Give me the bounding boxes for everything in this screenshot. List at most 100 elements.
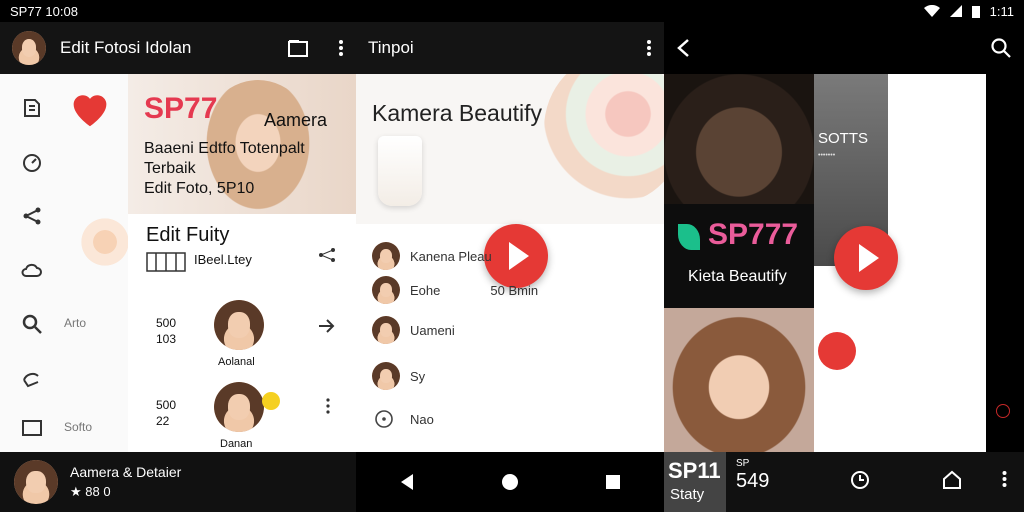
hero-line-3: Edit Foto, 5P10 <box>144 180 255 197</box>
row-1-value-b: 103 <box>156 332 177 346</box>
search-icon[interactable] <box>20 312 44 336</box>
window-icon[interactable] <box>288 39 308 57</box>
edit-title: Edit Fuity <box>146 224 230 246</box>
timer-icon[interactable] <box>20 150 44 174</box>
frame-icon[interactable] <box>20 416 44 440</box>
item-avatar <box>372 276 400 304</box>
hero-line-2: Terbaik <box>144 160 196 177</box>
row-1-avatar <box>214 300 264 350</box>
item-label: Kanena Pleau <box>410 248 492 264</box>
hero-brand: SP77 <box>144 92 218 125</box>
search-icon-3[interactable] <box>990 37 1012 59</box>
row-2-name: Danan <box>220 438 253 450</box>
beautify-panel: Tinpoi Kamera Beautify Kanena Pleau Eohe… <box>356 0 664 512</box>
hero-line-1: Baaeni Edtfo Totenpalt <box>144 140 305 157</box>
more-vert-icon[interactable] <box>338 39 344 57</box>
bottom-number: 549 <box>736 470 770 492</box>
bottom-brand: SP11 <box>668 458 721 483</box>
navigation-bar <box>356 452 664 512</box>
bottom-title: Aamera & Detaier <box>70 464 182 480</box>
back-nav-icon[interactable] <box>399 473 415 491</box>
row-2-value-a: 500 <box>156 398 177 412</box>
profile-row-2[interactable]: 500 22 Danan <box>128 380 356 450</box>
brand-caption: Kieta Beautify <box>688 268 787 285</box>
home-nav-icon[interactable] <box>501 473 519 491</box>
wifi-icon <box>923 5 940 17</box>
item-avatar <box>372 242 400 270</box>
item-label: Eohe <box>410 282 441 298</box>
edit-panel: SP77 10:08 Edit Fotosi Idolan Arto Softo… <box>0 0 356 512</box>
hero-banner[interactable]: SP77 Aamera Baaeni Edtfo Totenpalt Terba… <box>128 74 356 214</box>
list-item[interactable]: Uameni <box>372 316 455 344</box>
item-label: Sy <box>410 368 426 384</box>
list-item[interactable]: Eohe 50 Bmin <box>372 276 538 304</box>
flower-decoration <box>80 212 130 272</box>
list-item[interactable]: Nao <box>372 408 434 430</box>
scroll-indicator[interactable] <box>996 404 1010 418</box>
bottom-profile-bar[interactable]: Aamera & Detaier ★ 88 0 <box>0 452 356 512</box>
leaf-logo <box>678 224 700 250</box>
side-rail: Arto Softo <box>0 74 130 452</box>
tile-sublabel: ••••••• <box>818 152 836 159</box>
play-button-3[interactable] <box>834 226 898 290</box>
more-vert-icon-3[interactable] <box>1002 470 1007 488</box>
gallery-panel: 1:11 SOTTS ••••••• SP777 Kieta Beautify … <box>664 0 1024 512</box>
history-icon[interactable] <box>850 470 870 490</box>
brand-logo-text: SP777 <box>708 218 799 251</box>
hero-word: Aamera <box>264 110 328 130</box>
top-app-bar: Edit Fotosi Idolan <box>0 22 356 74</box>
heart-play-badge[interactable] <box>818 332 856 370</box>
battery-icon <box>971 5 980 18</box>
list-item[interactable]: Kanena Pleau <box>372 242 492 270</box>
recents-nav-icon[interactable] <box>605 474 621 490</box>
back-arrow-icon[interactable] <box>676 38 690 58</box>
clock-icon <box>375 410 393 428</box>
bottom-bar-3: SP11 Staty SP 549 <box>664 452 1024 512</box>
item-label: Nao <box>410 411 434 427</box>
film-icon <box>146 252 186 272</box>
gallery-sheet: SOTTS ••••••• SP777 Kieta Beautify <box>664 74 986 452</box>
bottom-small-label: SP <box>736 458 750 469</box>
edit-card: Edit Fuity IBeel.Ltey 500 103 Aolanal 50… <box>128 214 356 452</box>
row-2-value-b: 22 <box>156 414 170 428</box>
profile-row-1[interactable]: 500 103 Aolanal <box>128 298 356 368</box>
tile-label: SOTTS <box>818 130 869 147</box>
app-title-2: Tinpoi <box>368 38 414 57</box>
portrait-photo[interactable] <box>664 308 814 452</box>
status-time: SP77 10:08 <box>10 3 78 19</box>
share-icon[interactable] <box>20 204 44 228</box>
more-vert-icon-2[interactable] <box>646 39 652 57</box>
top-app-bar-3 <box>664 22 1024 74</box>
item-label: Uameni <box>410 322 455 338</box>
heart-icon[interactable] <box>68 88 112 128</box>
row-1-value-a: 500 <box>156 316 177 330</box>
status-bar: SP77 10:08 <box>0 0 356 22</box>
app-title: Edit Fotosi Idolan <box>60 38 192 57</box>
side-label-search: Arto <box>64 316 87 330</box>
item-extra: 50 Bmin <box>490 282 539 298</box>
document-icon[interactable] <box>20 96 44 120</box>
item-avatar <box>372 316 400 344</box>
cloud-icon[interactable] <box>20 258 44 282</box>
brand-tile[interactable]: SP777 Kieta Beautify <box>664 204 814 308</box>
status-time-right: 1:11 <box>989 3 1014 19</box>
photo-tile-dark[interactable] <box>664 74 814 204</box>
status-bar-3: 1:11 <box>664 0 1024 22</box>
bottom-subtitle: ★ 88 0 <box>70 484 111 499</box>
bottom-brand-sub: Staty <box>670 486 705 503</box>
row-2-avatar <box>214 382 264 432</box>
more-vert-small-icon[interactable] <box>326 398 330 414</box>
item-avatar <box>372 362 400 390</box>
edit-shape-icon[interactable] <box>20 366 44 390</box>
header-image: Kamera Beautify <box>356 74 664 224</box>
home-outline-icon[interactable] <box>942 470 962 490</box>
status-bar-2 <box>356 0 664 22</box>
edit-subtitle: IBeel.Ltey <box>194 252 252 267</box>
profile-avatar[interactable] <box>12 31 46 65</box>
arrow-right-icon[interactable] <box>318 318 336 334</box>
list-item[interactable]: Sy <box>372 362 425 390</box>
bottom-brand-tile[interactable]: SP11 Staty <box>664 452 726 512</box>
row-1-name: Aolanal <box>218 356 255 368</box>
flower-bouquet <box>544 74 664 204</box>
share-small-icon[interactable] <box>318 246 336 264</box>
